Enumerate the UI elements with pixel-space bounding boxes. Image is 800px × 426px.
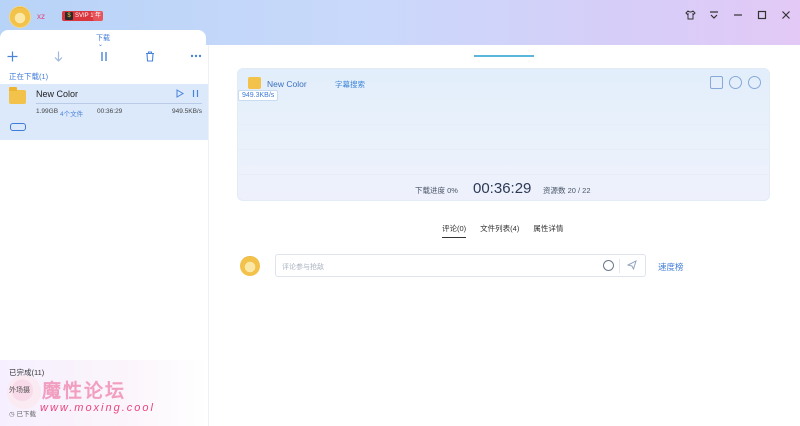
download-progress-label: 下载进度 0% — [415, 186, 458, 195]
folder-icon — [248, 77, 261, 89]
pause-all-icon[interactable] — [96, 48, 112, 64]
card-actions — [710, 76, 761, 89]
completed-item[interactable]: 外场摄 — [9, 385, 30, 395]
download-toolbar — [0, 48, 208, 66]
source-count: 资源数 20 / 22 — [543, 186, 591, 195]
main-tab-indicator — [474, 55, 534, 57]
tab-properties[interactable]: 属性详情 — [533, 223, 563, 238]
task-size: 1.99GB — [36, 108, 59, 115]
play-circle-icon[interactable] — [729, 76, 742, 89]
speed-ranking-link[interactable]: 速度榜 — [658, 261, 684, 273]
chart-gridline — [238, 149, 769, 150]
emoji-icon[interactable] — [603, 260, 614, 271]
window-controls — [684, 9, 792, 21]
comment-divider — [619, 259, 620, 273]
pause-icon[interactable] — [192, 89, 199, 100]
commenter-avatar — [240, 256, 260, 276]
elapsed-time: 00:36:29 — [473, 180, 532, 197]
share-icon[interactable] — [710, 76, 723, 89]
comment-placeholder: 评论参与抢敌 — [282, 264, 324, 271]
task-name: New Color — [36, 89, 79, 99]
user-avatar[interactable] — [9, 6, 31, 28]
watermark-url: www.moxing.cool — [40, 402, 155, 414]
menu-icon[interactable] — [708, 9, 720, 21]
task-time: 00:36:29 — [97, 108, 123, 115]
add-icon[interactable] — [4, 48, 20, 64]
folder-icon — [9, 87, 26, 104]
delete-icon[interactable] — [142, 48, 158, 64]
completed-footer: ◷ 已下载 — [9, 411, 36, 418]
task-detail-card: New Color 字幕搜索 949.3KB/s 下载进度 0% 00:36:2… — [237, 68, 770, 201]
tab-file-list[interactable]: 文件列表(4) — [480, 223, 519, 238]
svip-badge[interactable]: 年 — [93, 11, 103, 21]
downloading-header[interactable]: 正在下载(1) — [9, 71, 48, 82]
username[interactable]: xz — [37, 12, 45, 21]
task-speed: 949.5KB/s — [172, 108, 202, 115]
close-icon[interactable] — [780, 9, 792, 21]
shirt-icon[interactable] — [684, 9, 696, 21]
play-icon[interactable] — [176, 89, 184, 100]
completed-section: 已完成(11) 外场摄 魔性论坛 www.moxing.cool ◷ 已下载 — [0, 360, 208, 426]
sidebar-divider — [208, 45, 209, 426]
more-icon[interactable] — [188, 48, 204, 64]
chart-gridline — [238, 174, 769, 175]
download-arrow-icon[interactable] — [50, 48, 66, 64]
maximize-icon[interactable] — [756, 9, 768, 21]
tab-comments[interactable]: 评论(0) — [442, 223, 467, 238]
download-task-item[interactable]: New Color 1.99GB 4个文件 00:36:29 949.5KB/s — [0, 84, 208, 140]
comment-input[interactable]: 评论参与抢敌 — [275, 254, 646, 277]
task-files-link[interactable]: 4个文件 — [60, 108, 83, 118]
detail-title: New Color — [267, 79, 307, 89]
send-icon[interactable] — [626, 260, 637, 273]
speedup-icon[interactable] — [10, 123, 26, 131]
minimize-icon[interactable] — [732, 9, 744, 21]
watermark-text: 魔性论坛 — [42, 381, 127, 402]
pause-circle-icon[interactable] — [748, 76, 761, 89]
subtitle-search-link[interactable]: 字幕搜索 — [335, 79, 365, 90]
chart-gridline — [238, 124, 769, 125]
tab-active-indicator: ⌄ — [98, 42, 104, 48]
speed-tag: 949.3KB/s — [238, 90, 279, 101]
clock-icon: ◷ — [9, 411, 15, 418]
detail-tabs: 评论(0) 文件列表(4) 属性详情 — [442, 223, 563, 238]
task-progress-bar — [36, 103, 202, 104]
dollar-icon: $ — [65, 12, 73, 20]
